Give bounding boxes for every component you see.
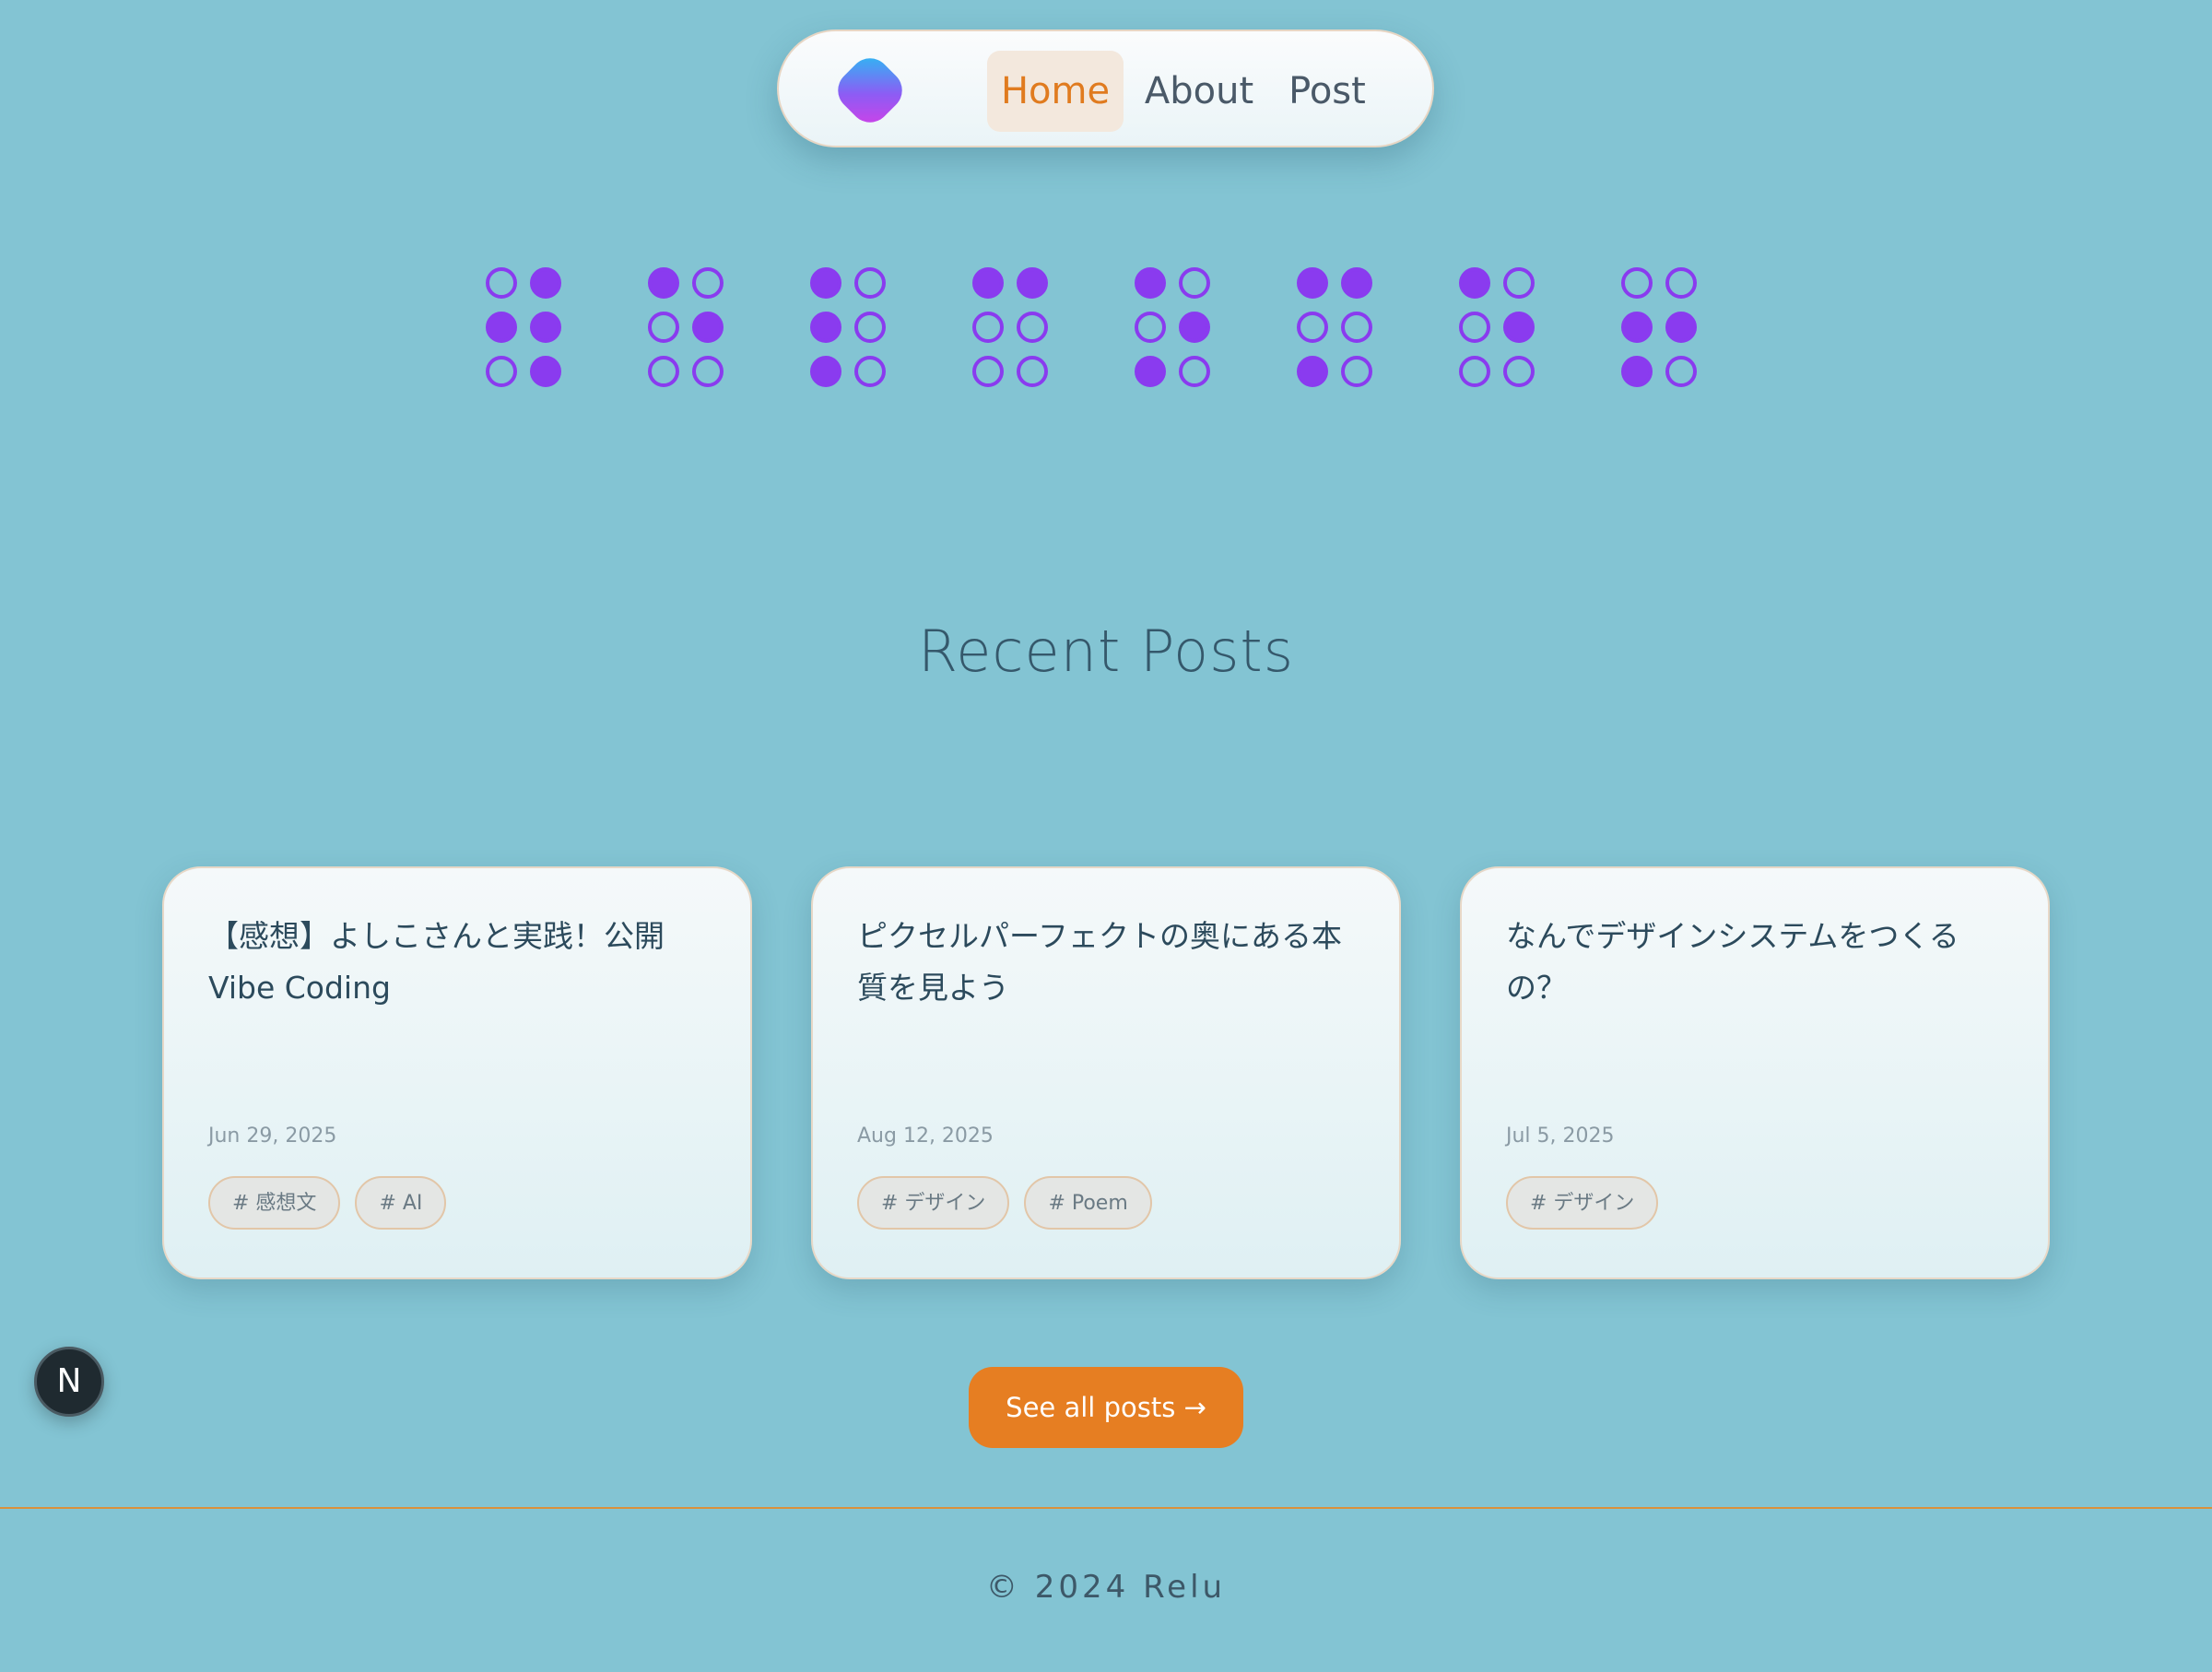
braille-dot-filled — [1459, 267, 1490, 299]
braille-dot-filled — [810, 356, 841, 387]
nav-about-link[interactable]: About — [1133, 51, 1265, 132]
braille-cell — [1459, 267, 1535, 387]
post-title[interactable]: ピクセルパーフェクトの奥にある本質を見よう — [857, 911, 1355, 1014]
post-tags: # 感想文 # AI — [208, 1176, 447, 1230]
tag-chip[interactable]: # デザイン — [857, 1176, 1010, 1230]
braille-dot-empty — [692, 267, 724, 299]
tag-chip[interactable]: # AI — [355, 1176, 447, 1230]
see-all-posts-button[interactable]: See all posts → — [969, 1367, 1243, 1448]
post-card[interactable]: 【感想】よしこさんと実践！公開Vibe Coding Jun 29, 2025 … — [162, 866, 752, 1279]
braille-dot-empty — [1341, 356, 1372, 387]
nav-post-link[interactable]: Post — [1277, 51, 1378, 132]
braille-dot-filled — [530, 267, 561, 299]
braille-dot-filled — [1621, 312, 1653, 343]
post-title[interactable]: なんでデザインシステムをつくるの？ — [1506, 911, 2004, 1014]
braille-dot-empty — [692, 356, 724, 387]
site-logo-icon[interactable] — [830, 50, 911, 131]
braille-dot-empty — [1503, 267, 1535, 299]
braille-dot-filled — [810, 267, 841, 299]
braille-dot-empty — [1665, 267, 1697, 299]
post-title[interactable]: 【感想】よしこさんと実践！公開Vibe Coding — [208, 911, 706, 1014]
post-date: Jun 29, 2025 — [208, 1124, 337, 1148]
braille-dot-filled — [1665, 312, 1697, 343]
braille-dot-filled — [1179, 312, 1210, 343]
braille-dot-empty — [486, 356, 517, 387]
tag-chip[interactable]: # Poem — [1024, 1176, 1152, 1230]
post-date: Aug 12, 2025 — [857, 1124, 994, 1148]
braille-dot-filled — [648, 267, 679, 299]
braille-dot-empty — [1179, 267, 1210, 299]
braille-dot-filled — [1297, 267, 1328, 299]
braille-dot-empty — [1341, 312, 1372, 343]
braille-dot-filled — [1135, 356, 1166, 387]
braille-dot-filled — [1503, 312, 1535, 343]
braille-dot-empty — [1503, 356, 1535, 387]
braille-cell — [1135, 267, 1210, 387]
braille-dot-empty — [854, 356, 886, 387]
braille-dot-filled — [486, 312, 517, 343]
post-card[interactable]: ピクセルパーフェクトの奥にある本質を見よう Aug 12, 2025 # デザイ… — [811, 866, 1401, 1279]
braille-dot-empty — [1459, 356, 1490, 387]
footer-copyright: © 2024 Relu — [985, 1569, 1227, 1606]
tag-chip[interactable]: # 感想文 — [208, 1176, 341, 1230]
braille-dot-filled — [1621, 356, 1653, 387]
post-tags: # デザイン # Poem — [857, 1176, 1152, 1230]
braille-dot-empty — [486, 267, 517, 299]
braille-dot-filled — [1341, 267, 1372, 299]
braille-dot-empty — [972, 312, 1004, 343]
braille-dot-filled — [530, 356, 561, 387]
braille-dot-empty — [1135, 312, 1166, 343]
braille-dot-filled — [692, 312, 724, 343]
braille-dot-empty — [1621, 267, 1653, 299]
braille-dot-empty — [1459, 312, 1490, 343]
braille-dot-empty — [648, 312, 679, 343]
recent-posts-heading: Recent Posts — [917, 618, 1294, 685]
braille-cell — [972, 267, 1048, 387]
braille-dot-filled — [1017, 267, 1048, 299]
braille-cell — [1297, 267, 1372, 387]
tag-chip[interactable]: # デザイン — [1506, 1176, 1659, 1230]
braille-dot-empty — [854, 312, 886, 343]
post-tags: # デザイン — [1506, 1176, 1659, 1230]
braille-cell — [1621, 267, 1697, 387]
braille-dot-empty — [1297, 312, 1328, 343]
braille-dot-filled — [530, 312, 561, 343]
nextjs-dev-badge-icon[interactable]: N — [34, 1347, 104, 1417]
braille-dot-empty — [1665, 356, 1697, 387]
braille-dot-filled — [1297, 356, 1328, 387]
braille-dot-empty — [1017, 356, 1048, 387]
braille-pattern — [486, 267, 1699, 387]
post-card[interactable]: なんでデザインシステムをつくるの？ Jul 5, 2025 # デザイン — [1460, 866, 2050, 1279]
nav-home-link[interactable]: Home — [987, 51, 1124, 132]
braille-dot-empty — [648, 356, 679, 387]
braille-dot-filled — [810, 312, 841, 343]
braille-dot-empty — [1017, 312, 1048, 343]
braille-dot-empty — [972, 356, 1004, 387]
top-nav: Home About Post — [777, 29, 1434, 147]
post-date: Jul 5, 2025 — [1506, 1124, 1615, 1148]
braille-dot-filled — [1135, 267, 1166, 299]
braille-cell — [486, 267, 561, 387]
braille-dot-filled — [972, 267, 1004, 299]
braille-dot-empty — [1179, 356, 1210, 387]
footer-divider — [0, 1507, 2212, 1509]
braille-dot-empty — [854, 267, 886, 299]
braille-cell — [810, 267, 886, 387]
braille-cell — [648, 267, 724, 387]
